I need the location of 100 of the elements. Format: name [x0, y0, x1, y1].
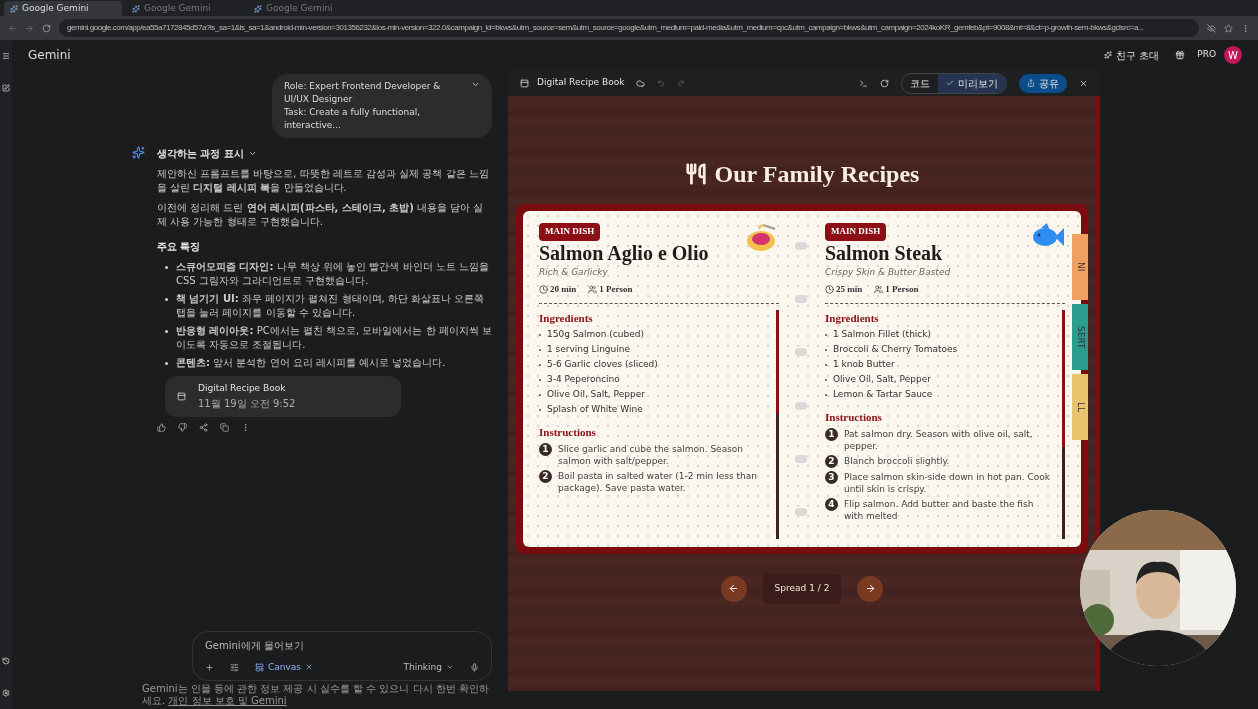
tools-icon[interactable]: [230, 662, 239, 672]
gift-icon[interactable]: [1175, 50, 1186, 60]
mic-icon[interactable]: [470, 662, 479, 672]
scrollbar[interactable]: [1062, 309, 1065, 539]
avatar[interactable]: W: [1224, 46, 1242, 64]
step-text: Flip salmon. Add butter and baste the fish with melted: [844, 497, 1035, 522]
recipe-title: Salmon Steak: [825, 240, 944, 266]
chevron-down-icon: [247, 149, 257, 158]
prompt-input[interactable]: Gemini에게 물어보기 Canvas Thinking: [192, 630, 492, 681]
prompt-text: Role: Expert Frontend Developer & UI/UX Designer: [284, 80, 442, 106]
binder-ring: [795, 401, 807, 410]
people-icon: [588, 285, 598, 295]
step-text: Blanch broccoli slightly.: [844, 454, 950, 467]
section-heading: 주요 특징: [157, 240, 202, 254]
gemini-icon: [254, 4, 262, 13]
step-text: Slice garlic and cube the salmon. Season salmon with salt/pepper.: [558, 442, 745, 467]
recipe-subtitle: Rich & Garlicky: [539, 265, 609, 279]
binder-ring: [795, 295, 807, 303]
invite-button[interactable]: 친구 초대: [1104, 47, 1160, 63]
reload-icon[interactable]: [42, 23, 51, 33]
new-chat-icon[interactable]: [2, 84, 10, 92]
step-number: 3: [825, 470, 838, 484]
ingredient-item: Olive Oil, Salt, Pepper: [833, 373, 931, 386]
settings-icon[interactable]: [2, 689, 10, 697]
thumbs-down-icon[interactable]: [178, 422, 187, 432]
feature-item: 책 넘기기 UI: 좌우 페이지가 펼쳐진 형태이며, 하단 화살표나 오른쪽 탭을 눌러 페이지를 이동할 수 있습니다.: [176, 292, 486, 320]
book-title: Our Family Recipes: [714, 160, 920, 189]
privacy-link[interactable]: 개인 정보 보호 및 Gemini: [168, 695, 287, 706]
section-tab[interactable]: SERT: [1072, 304, 1088, 370]
step-number: 4: [825, 497, 838, 511]
section-heading: Ingredients: [825, 310, 880, 326]
cook-time: 20 min: [550, 283, 577, 296]
step-number: 1: [825, 427, 838, 441]
history-icon[interactable]: [2, 657, 10, 665]
browser-tab[interactable]: Google Gemini: [126, 1, 244, 16]
step-text: Place salmon skin-side down in hot pan. Cook until skin is crispy.: [844, 470, 1051, 495]
ingredient-item: Olive Oil, Salt, Pepper: [547, 388, 645, 401]
response-paragraph: 이전에 정리해 드린 연어 레시피(파스타, 스테이크, 초밥) 내용을 담아 실제 사용 가능한 형태로 구현했습니다.: [157, 201, 485, 229]
section-heading: Instructions: [539, 425, 597, 440]
view-toggle[interactable]: 코드: [902, 73, 938, 93]
mode-selector[interactable]: Thinking: [403, 660, 454, 674]
category-badge: MAIN DISH: [825, 223, 887, 241]
canvas-chip[interactable]: Canvas: [255, 660, 314, 674]
next-button[interactable]: [857, 575, 884, 602]
step-number: 2: [539, 469, 552, 483]
section-tab[interactable]: LL: [1072, 374, 1088, 440]
console-icon[interactable]: [859, 78, 868, 88]
prompt-text: Task: Create a fully functional, interactive...: [284, 106, 422, 132]
scrollbar[interactable]: [776, 309, 779, 539]
section-tab[interactable]: NI: [1072, 234, 1088, 300]
share-icon[interactable]: [199, 422, 208, 432]
thinking-toggle[interactable]: 생각하는 과정 표시: [157, 146, 257, 161]
plus-icon[interactable]: [205, 662, 214, 672]
binder-ring: [795, 241, 807, 250]
fish-icon: [1031, 223, 1065, 249]
close-icon[interactable]: [1079, 78, 1088, 88]
view-toggle[interactable]: 미리보기: [938, 73, 1006, 93]
cloud-icon[interactable]: [636, 78, 646, 88]
expand-icon[interactable]: [471, 80, 480, 89]
previous-button[interactable]: [720, 575, 747, 602]
arrow-left-icon: [728, 583, 740, 595]
ask-field[interactable]: Gemini에게 물어보기: [205, 637, 479, 653]
ingredient-item: 5-6 Garlic cloves (sliced): [547, 358, 658, 371]
card-title: Digital Recipe Book: [198, 382, 287, 395]
servings: 1 Person: [599, 283, 633, 296]
binder-ring: [795, 454, 807, 463]
canvas-card[interactable]: Digital Recipe Book 11월 19일 오전 9:52: [165, 376, 401, 417]
ingredient-item: Splash of White Wine: [547, 403, 643, 416]
ingredient-item: 1 knob Butter: [833, 358, 895, 371]
address-bar[interactable]: gemini.google.com/app/ea55a7172845d57a?is_sa=1&is_sa=1&android-min-version=301356232&ios-min-version=322.0&campaign_id=bkws&utm_source=sem&utm_source=google&utm_medium=paid-media&utm_medium=cpc&utm_campaign=bkws&utm_campaign=2024koKR_gemfeb&pt=9008&mt=8&ct=p-growth-sem-bkws&gclsrc=a...: [59, 19, 1199, 37]
step-text: Pat salmon dry. Season with olive oil, salt, pepper.: [844, 427, 1034, 452]
feature-item: 콘텐츠: 앞서 분석한 연어 요리 레시피를 예시로 넣었습니다.: [176, 356, 446, 370]
ingredient-item: 150g Salmon (cubed): [547, 328, 644, 341]
copy-icon[interactable]: [220, 422, 229, 432]
share-button[interactable]: 공유: [1019, 73, 1067, 93]
browser-tab[interactable]: Google Gemini: [4, 1, 122, 16]
refresh-icon[interactable]: [880, 78, 889, 88]
more-icon[interactable]: [241, 422, 250, 432]
menu-icon[interactable]: [2, 52, 10, 60]
share-icon: [1027, 79, 1035, 87]
recipe-title: Salmon Aglio e Olio: [539, 240, 709, 266]
clock-icon: [539, 285, 548, 295]
section-heading: Instructions: [825, 410, 883, 425]
thumbs-up-icon[interactable]: [157, 422, 166, 432]
ingredient-item: 1 Salmon Fillet (thick): [833, 328, 932, 341]
ingredient-item: Lemon & Tartar Sauce: [833, 388, 933, 401]
plan-label: PRO: [1197, 48, 1216, 62]
star-icon[interactable]: [1224, 23, 1233, 33]
eye-off-icon[interactable]: [1207, 23, 1216, 33]
gemini-icon: [10, 4, 18, 13]
gemini-icon: [132, 4, 140, 13]
binder-ring: [795, 348, 807, 357]
close-icon[interactable]: [305, 663, 314, 672]
utensils-icon: [684, 163, 707, 185]
ingredient-item: Broccoli & Cherry Tomatoes: [833, 343, 958, 356]
app-title: Gemini: [28, 47, 71, 64]
menu-icon[interactable]: [1241, 23, 1250, 33]
canvas-icon: [520, 78, 529, 88]
browser-tab[interactable]: Google Gemini: [248, 1, 366, 16]
response-paragraph: 제안하신 프롬프트를 바탕으로, 따뜻한 레트로 감성과 실제 공책 같은 느낌을 살린 디지털 레시피 북을 만들었습니다.: [157, 167, 490, 195]
